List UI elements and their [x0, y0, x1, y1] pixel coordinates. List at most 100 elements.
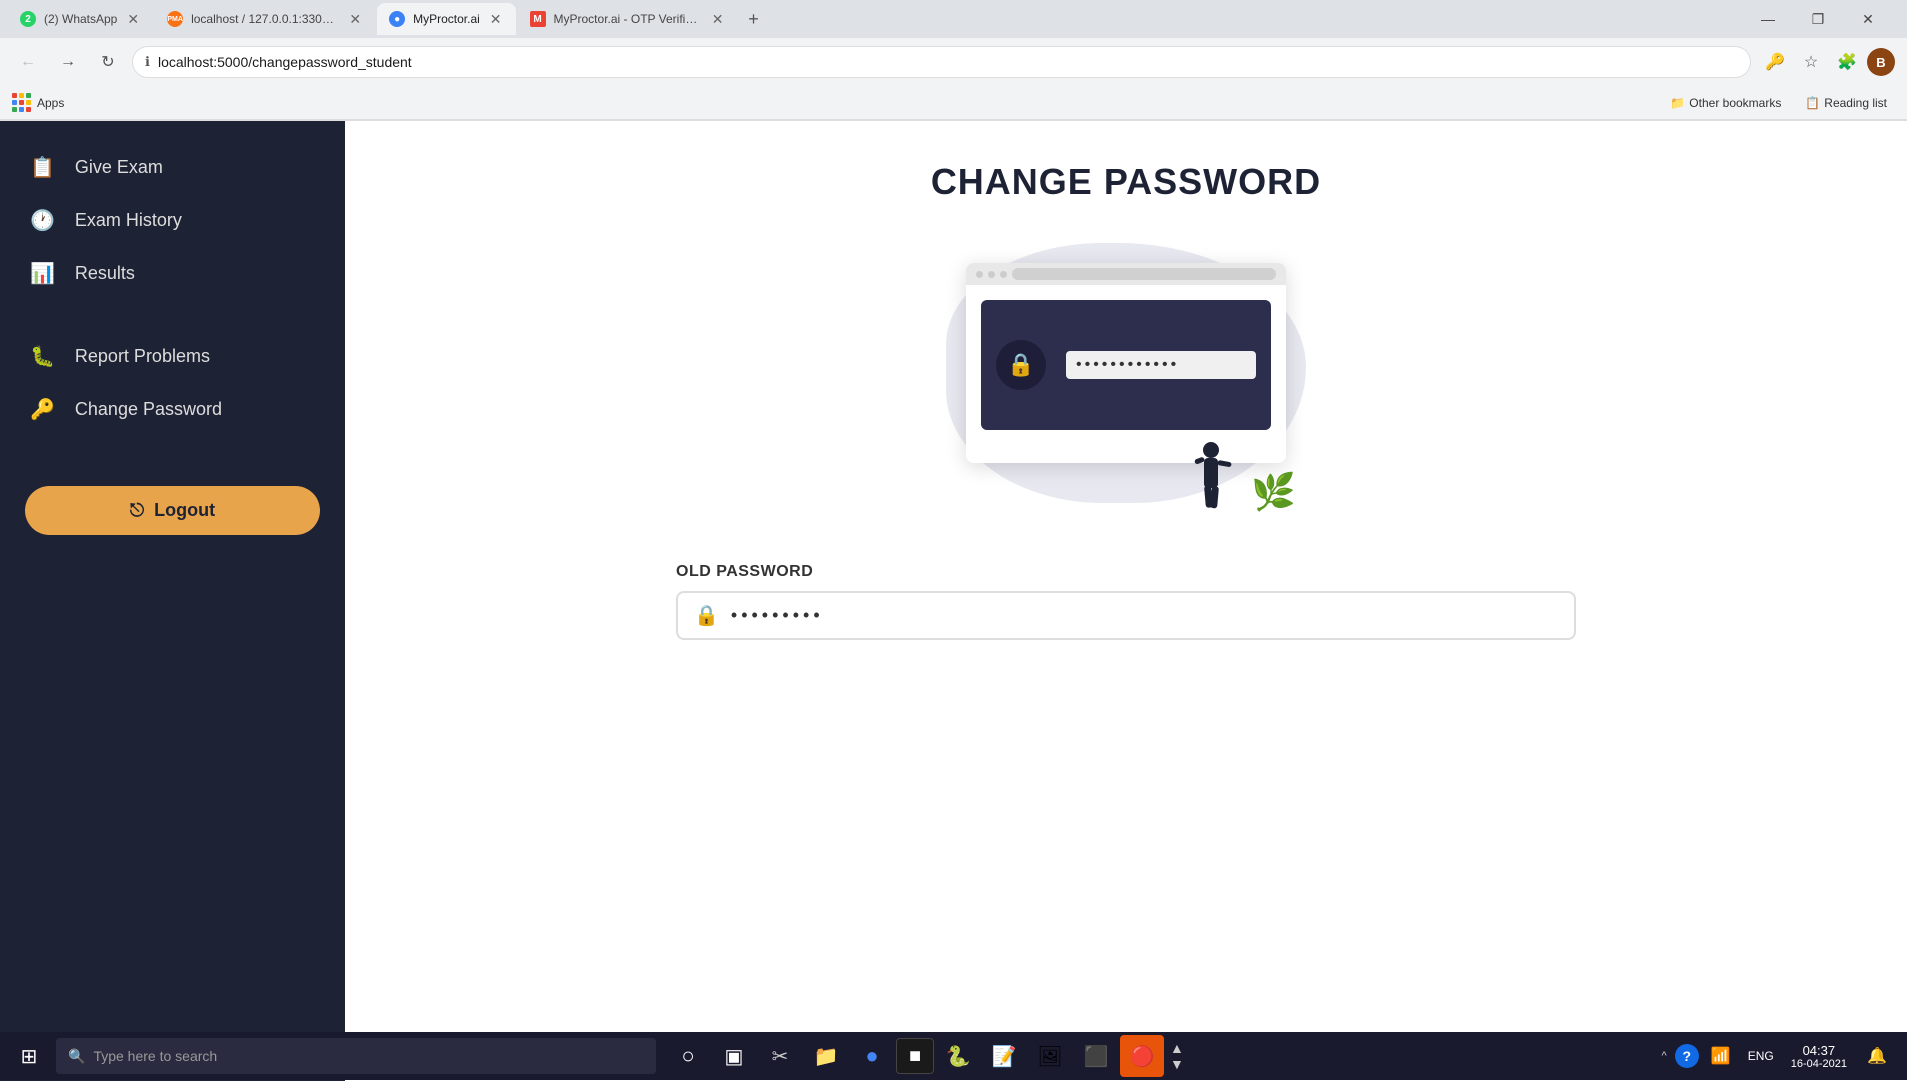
taskbar-snip[interactable]: ✂ [758, 1035, 802, 1077]
tab-pma-close[interactable]: ✕ [347, 9, 363, 30]
old-password-label: OLD PASSWORD [676, 563, 1576, 581]
logout-label: Logout [154, 500, 215, 521]
sidebar-divider [0, 300, 345, 330]
bookmark-folder-icon: 📁 [1670, 96, 1685, 110]
form-section: OLD PASSWORD 🔒 [676, 563, 1576, 640]
tab-gmail-title: MyProctor.ai - OTP Verificati... [554, 12, 702, 26]
address-bar[interactable]: ℹ localhost:5000/changepassword_student [132, 46, 1751, 78]
sidebar-item-give-exam[interactable]: 📋 Give Exam [0, 141, 345, 194]
taskbar-lang-label[interactable]: ENG [1743, 1035, 1779, 1077]
illustration-lock-icon: 🔒 [996, 340, 1046, 390]
tab-pma[interactable]: PMA localhost / 127.0.0.1:3308 / d ✕ [155, 3, 375, 35]
results-icon: 📊 [30, 261, 55, 286]
reload-button[interactable]: ↻ [92, 46, 124, 78]
profile-button[interactable]: B [1867, 48, 1895, 76]
tab-myproctor-close[interactable]: ✕ [488, 9, 504, 30]
taskbar-help-icon[interactable]: ? [1675, 1044, 1699, 1068]
forward-button[interactable]: → [52, 46, 84, 78]
illustration-container: 🔒 •••••••••••• [926, 233, 1326, 523]
main-layout: 📋 Give Exam 🕐 Exam History 📊 Results 🐛 R… [0, 121, 1907, 1081]
sidebar-item-exam-history[interactable]: 🕐 Exam History [0, 194, 345, 247]
secure-icon: ℹ [145, 54, 150, 70]
back-button[interactable]: ← [12, 46, 44, 78]
start-button[interactable]: ⊞ [4, 1035, 54, 1077]
sidebar-item-change-password[interactable]: 🔑 Change Password [0, 383, 345, 436]
apps-bookmark[interactable]: Apps [12, 93, 64, 112]
illus-dot-2 [988, 271, 995, 278]
sidebar-item-report-problems[interactable]: 🐛 Report Problems [0, 330, 345, 383]
taskbar-time: 04:37 [1803, 1043, 1836, 1058]
close-button[interactable]: ✕ [1845, 3, 1891, 35]
sidebar-exam-history-label: Exam History [75, 210, 182, 231]
taskbar-clock[interactable]: 04:37 16-04-2021 [1783, 1041, 1855, 1072]
tab-gmail[interactable]: M MyProctor.ai - OTP Verificati... ✕ [518, 3, 738, 35]
taskbar-center-icons: ○ ▣ ✂ 📁 ● ■ 🐍 📝 🖼 ⬛ 🔴 [666, 1035, 1164, 1077]
other-bookmarks[interactable]: 📁 Other bookmarks [1662, 94, 1789, 112]
tab-whatsapp-title: (2) WhatsApp [44, 12, 117, 26]
apps-label: Apps [37, 96, 64, 110]
taskbar-xampp[interactable]: 🔴 [1120, 1035, 1164, 1077]
tab-gmail-close[interactable]: ✕ [710, 9, 726, 30]
old-password-wrapper: 🔒 [676, 591, 1576, 640]
toolbar-icons: 🔑 ☆ 🧩 B [1759, 46, 1895, 78]
taskbar-python[interactable]: 🐍 [936, 1035, 980, 1077]
tab-whatsapp-close[interactable]: ✕ [125, 9, 141, 30]
star-icon[interactable]: ☆ [1795, 46, 1827, 78]
taskbar-cortana[interactable]: ○ [666, 1035, 710, 1077]
taskbar-sticky-notes[interactable]: 📝 [982, 1035, 1026, 1077]
start-icon: ⊞ [21, 1044, 38, 1069]
exam-history-icon: 🕐 [30, 208, 55, 233]
gmail-favicon: M [530, 11, 546, 27]
key-icon[interactable]: 🔑 [1759, 46, 1791, 78]
tab-whatsapp[interactable]: 2 (2) WhatsApp ✕ [8, 3, 153, 35]
taskbar-date: 16-04-2021 [1791, 1058, 1847, 1070]
tab-myproctor[interactable]: ● MyProctor.ai ✕ [377, 3, 515, 35]
reading-list[interactable]: 📋 Reading list [1797, 94, 1895, 112]
extensions-icon[interactable]: 🧩 [1831, 46, 1863, 78]
taskbar: ⊞ 🔍 Type here to search ○ ▣ ✂ 📁 ● ■ 🐍 📝 … [0, 1032, 1907, 1080]
content-area: CHANGE PASSWORD 🔒 •••••••••••• [345, 121, 1907, 1081]
taskbar-notification[interactable]: 🔔 [1859, 1035, 1895, 1077]
taskbar-chrome[interactable]: ● [850, 1035, 894, 1077]
taskbar-file-explorer[interactable]: 📁 [804, 1035, 848, 1077]
illustration-content: 🔒 •••••••••••• [981, 300, 1271, 430]
taskbar-wifi-icon[interactable]: 📶 [1703, 1035, 1739, 1077]
illustration-browser-bar [966, 263, 1286, 285]
taskbar-search[interactable]: 🔍 Type here to search [56, 1038, 656, 1074]
logout-button[interactable]: ⎋ Logout [25, 486, 320, 535]
illus-dot-1 [976, 271, 983, 278]
sidebar-item-results[interactable]: 📊 Results [0, 247, 345, 300]
page-title: CHANGE PASSWORD [931, 161, 1321, 203]
other-bookmarks-label: Other bookmarks [1689, 96, 1781, 110]
taskbar-vscode[interactable]: ⬛ [1074, 1035, 1118, 1077]
bookmarks-bar: Apps 📁 Other bookmarks 📋 Reading list [0, 86, 1907, 120]
taskbar-task-view[interactable]: ▣ [712, 1035, 756, 1077]
give-exam-icon: 📋 [30, 155, 55, 180]
illustration-password-field: •••••••••••• [1066, 351, 1256, 379]
taskbar-search-icon: 🔍 [68, 1048, 85, 1065]
taskbar-paint[interactable]: 🖼 [1028, 1035, 1072, 1077]
minimize-button[interactable]: — [1745, 3, 1791, 35]
taskbar-search-text: Type here to search [93, 1048, 217, 1064]
pma-favicon: PMA [167, 11, 183, 27]
reading-list-icon: 📋 [1805, 96, 1820, 110]
taskbar-terminal[interactable]: ■ [896, 1038, 934, 1074]
new-tab-button[interactable]: + [740, 5, 768, 33]
taskbar-overflow-arrow[interactable]: ^ [1658, 1048, 1671, 1064]
old-password-input[interactable] [731, 605, 1558, 626]
tab-bar: 2 (2) WhatsApp ✕ PMA localhost / 127.0.0… [0, 0, 1907, 38]
sidebar: 📋 Give Exam 🕐 Exam History 📊 Results 🐛 R… [0, 121, 345, 1081]
illustration-password-dots: •••••••••••• [1076, 356, 1179, 374]
report-problems-icon: 🐛 [30, 344, 55, 369]
browser-chrome: 2 (2) WhatsApp ✕ PMA localhost / 127.0.0… [0, 0, 1907, 121]
sidebar-change-password-label: Change Password [75, 399, 222, 420]
illustration-url-bar [1012, 268, 1276, 280]
change-password-icon: 🔑 [30, 397, 55, 422]
window-controls: — ❐ ✕ [1745, 3, 1899, 35]
taskbar-system-tray: ^ ? 📶 ENG 04:37 16-04-2021 🔔 [1658, 1035, 1903, 1077]
maximize-button[interactable]: ❐ [1795, 3, 1841, 35]
old-password-lock-icon: 🔒 [694, 603, 719, 628]
address-url: localhost:5000/changepassword_student [158, 54, 412, 70]
taskbar-scroll-arrows[interactable]: ▲▼ [1170, 1040, 1184, 1072]
illustration-figure [1186, 438, 1236, 523]
